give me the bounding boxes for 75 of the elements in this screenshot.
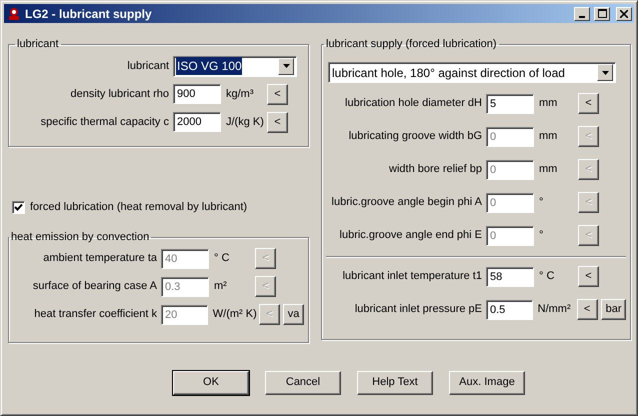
field-label: lubricant inlet pressure pE: [354, 302, 483, 318]
group-caption: lubricant supply (forced lubrication): [325, 39, 498, 50]
unit-label: ° C: [538, 269, 556, 284]
small-button: <: [578, 159, 599, 180]
dialog-button[interactable]: Cancel: [265, 370, 341, 394]
maximize-icon: [598, 9, 606, 18]
input-field: 0: [486, 160, 534, 180]
group-caption: heat emission by convection: [10, 232, 150, 242]
app-icon: [7, 6, 21, 20]
unit-label: ° C: [213, 251, 230, 266]
dropdown-arrow-icon: [602, 70, 608, 74]
input-field: 0: [486, 126, 534, 146]
dialog-button[interactable]: Aux. Image: [449, 370, 525, 394]
input-field[interactable]: 5: [486, 94, 534, 114]
unit-label: °: [538, 195, 544, 210]
small-button: <: [255, 276, 276, 297]
combo-value: lubricant hole, 180° against direction of load: [331, 64, 566, 82]
small-button: <: [255, 248, 276, 269]
small-button[interactable]: <: [267, 112, 288, 132]
group-caption: lubricant: [16, 39, 60, 50]
small-button: <: [258, 304, 280, 325]
unit-label: kg/m³: [225, 86, 254, 102]
unit-label: N/mm²: [536, 302, 572, 318]
input-field: 0: [486, 192, 534, 212]
field-label: density lubricant rho: [70, 86, 170, 102]
small-button: <: [578, 126, 599, 147]
small-button[interactable]: <: [267, 84, 288, 104]
unit-label: m²: [213, 279, 228, 294]
field-label: lubricant inlet temperature t1: [342, 269, 483, 284]
input-field[interactable]: 0.5: [486, 300, 533, 320]
minimize-button[interactable]: [574, 6, 590, 20]
input-field[interactable]: 900: [173, 84, 221, 104]
checkbox[interactable]: [12, 200, 25, 214]
unit-label: mm: [538, 96, 558, 112]
small-button[interactable]: <: [578, 266, 599, 287]
input-field: 0.3: [161, 276, 209, 296]
dialog-button[interactable]: Help Text: [357, 370, 433, 394]
field-label: lubric.groove angle end phi E: [338, 228, 483, 244]
dropdown-button[interactable]: [597, 64, 613, 81]
combo-value: ISO VG 100: [176, 57, 242, 75]
small-button[interactable]: <: [576, 299, 598, 320]
unit-label: J/(kg K): [225, 114, 265, 130]
field-label: lubric.groove angle begin phi A: [330, 195, 483, 210]
dialog-button[interactable]: OK: [173, 370, 249, 394]
small-button: <: [578, 225, 599, 246]
close-icon: [620, 10, 628, 18]
field-label: surface of bearing case A: [32, 279, 158, 294]
lubrication-type-dropdown[interactable]: lubricant hole, 180° against direction of load: [328, 62, 616, 83]
input-field[interactable]: 2000: [173, 112, 221, 132]
input-field: 0: [486, 226, 534, 246]
field-label: lubrication hole diameter dH: [344, 96, 483, 112]
field-label: width bore relief bp: [388, 162, 483, 178]
small-button[interactable]: bar: [600, 299, 626, 320]
unit-label: mm: [538, 162, 558, 178]
field-label: lubricant: [126, 58, 170, 74]
unit-label: °: [538, 228, 544, 244]
window-title: LG2 - lubricant supply: [25, 6, 153, 22]
unit-label: mm: [538, 129, 558, 144]
input-field: 20: [161, 304, 208, 324]
field-label: ambient temperature ta: [42, 251, 158, 266]
field-label: lubricating groove width bG: [348, 129, 483, 144]
dropdown-button[interactable]: [278, 58, 294, 74]
input-field: 40: [161, 248, 209, 268]
small-button: <: [578, 192, 599, 213]
close-button[interactable]: [616, 6, 632, 20]
field-label: heat transfer coefficient k: [33, 307, 158, 322]
lubricant-dropdown[interactable]: ISO VG 100: [173, 56, 297, 76]
maximize-button[interactable]: [594, 6, 610, 20]
input-field[interactable]: 58: [486, 266, 534, 286]
unit-label: W/(m² K): [212, 307, 258, 322]
field-label: specific thermal capacity c: [40, 114, 170, 130]
dropdown-arrow-icon: [282, 64, 290, 68]
small-button[interactable]: <: [578, 93, 599, 114]
checkbox-label[interactable]: forced lubrication (heat removal by lubricant): [30, 199, 248, 216]
minimize-icon: [579, 16, 585, 18]
